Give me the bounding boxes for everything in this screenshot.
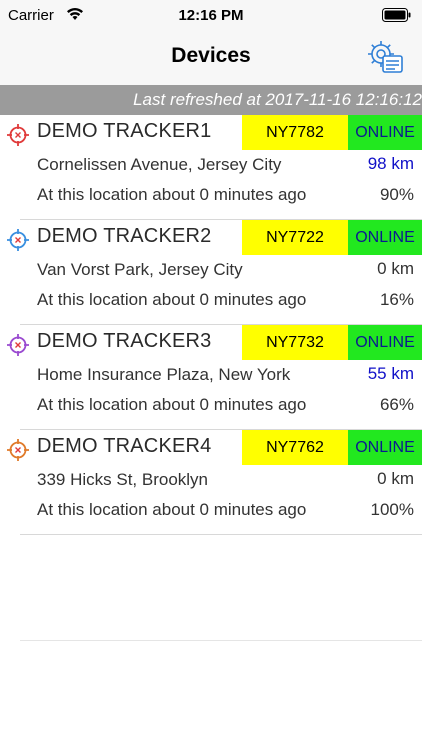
- location-age: At this location about 0 minutes ago: [37, 290, 307, 309]
- battery-percent: 100%: [370, 500, 414, 519]
- location-age: At this location about 0 minutes ago: [37, 395, 307, 414]
- battery-icon: [382, 8, 412, 27]
- device-name: DEMO TRACKER1: [37, 120, 212, 142]
- status-badge: ONLINE: [348, 325, 422, 360]
- navigation-bar: Devices: [0, 30, 422, 85]
- device-address: Home Insurance Plaza, New York: [37, 365, 291, 384]
- last-refreshed-text: Last refreshed at 2017-11-16 12:16:12: [133, 90, 422, 109]
- tracker-target-icon: [6, 438, 30, 462]
- plate-badge: NY7722: [242, 220, 348, 255]
- device-row[interactable]: DEMO TRACKER3 NY7732 ONLINE Home Insuran…: [7, 325, 422, 430]
- plate-badge: NY7732: [242, 325, 348, 360]
- battery-percent: 66%: [379, 395, 414, 414]
- device-address: 339 Hicks St, Brooklyn: [37, 470, 209, 489]
- tracker-target-icon: [6, 228, 30, 252]
- plate-badge: NY7782: [242, 115, 348, 150]
- battery-percent: 90%: [379, 185, 414, 204]
- device-address: Van Vorst Park, Jersey City: [37, 260, 243, 279]
- battery-percent: 16%: [379, 290, 414, 309]
- device-row[interactable]: DEMO TRACKER4 NY7762 ONLINE 339 Hicks St…: [7, 430, 422, 535]
- device-row[interactable]: DEMO TRACKER1 NY7782 ONLINE Cornelissen …: [7, 115, 422, 220]
- device-distance: 0 km: [377, 259, 414, 278]
- device-name: DEMO TRACKER3: [37, 330, 212, 352]
- device-list: DEMO TRACKER1 NY7782 ONLINE Cornelissen …: [0, 115, 422, 535]
- status-badge: ONLINE: [348, 430, 422, 465]
- device-row[interactable]: DEMO TRACKER2 NY7722 ONLINE Van Vorst Pa…: [7, 220, 422, 325]
- device-address: Cornelissen Avenue, Jersey City: [37, 155, 282, 174]
- location-age: At this location about 0 minutes ago: [37, 185, 307, 204]
- plate-badge: NY7762: [242, 430, 348, 465]
- device-distance: 98 km: [367, 154, 414, 173]
- status-bar: Carrier 12:16 PM: [0, 0, 422, 30]
- refresh-banner: Last refreshed at 2017-11-16 12:16:12: [0, 85, 422, 115]
- page-title: Devices: [171, 44, 251, 67]
- list-separator: [20, 640, 422, 641]
- device-name: DEMO TRACKER4: [37, 435, 212, 457]
- device-distance: 0 km: [377, 469, 414, 488]
- tracker-target-icon: [6, 333, 30, 357]
- status-badge: ONLINE: [348, 115, 422, 150]
- device-distance: 55 km: [367, 364, 414, 383]
- device-name: DEMO TRACKER2: [37, 225, 212, 247]
- status-badge: ONLINE: [348, 220, 422, 255]
- clock-time: 12:16 PM: [178, 7, 244, 24]
- tracker-target-icon: [6, 123, 30, 147]
- location-age: At this location about 0 minutes ago: [37, 500, 307, 519]
- settings-gear-icon[interactable]: [366, 39, 404, 75]
